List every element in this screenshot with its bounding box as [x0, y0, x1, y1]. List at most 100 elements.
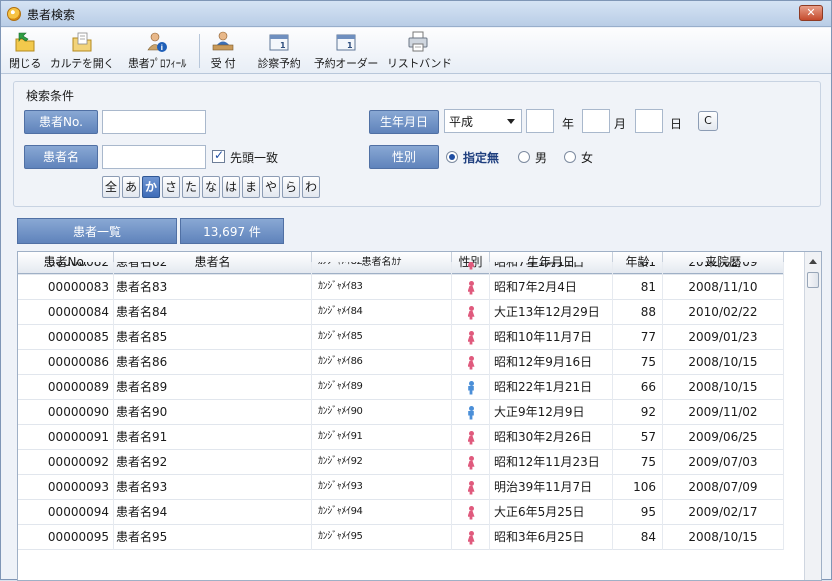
cell-kana: ｶﾝｼﾞｬﾒｲ89 [312, 375, 452, 400]
kana-button-a[interactable]: あ [122, 176, 140, 198]
year-input[interactable] [526, 109, 554, 133]
cell-birthdate: 昭和7年2月4日 [490, 275, 613, 300]
clear-birthdate-button[interactable]: C [698, 111, 718, 131]
sex-radio-female[interactable] [564, 151, 576, 163]
cell-no: 00000085 [18, 325, 114, 350]
cell-kana: ｶﾝｼﾞｬﾒｲ94 [312, 500, 452, 525]
female-icon [467, 430, 475, 445]
female-icon [467, 280, 475, 295]
cell-no: 00000089 [18, 375, 114, 400]
cell-sex [452, 375, 490, 400]
patient-name-label: 患者名 [24, 145, 98, 169]
patient-no-input[interactable] [102, 110, 206, 134]
cell-name: 患者名85 [114, 325, 312, 350]
cell-sex [452, 325, 490, 350]
prefix-match-checkbox[interactable] [212, 148, 225, 163]
kana-button-ka[interactable]: か [142, 176, 160, 198]
toolbar-label: カルテを開く [49, 57, 115, 70]
table-row[interactable]: 00000094 患者名94 ｶﾝｼﾞｬﾒｲ94 大正6年5月25日 95 2009/02… [18, 500, 784, 525]
female-icon [467, 305, 475, 320]
close-button[interactable]: ✕ [799, 5, 823, 21]
patient-list-header: 患者一覧 13,697 件 [17, 218, 284, 244]
svg-text:i: i [161, 44, 163, 52]
kana-button-wa[interactable]: わ [302, 176, 320, 198]
sex-option-female: 女 [581, 151, 594, 165]
kana-button-all[interactable]: 全 [102, 176, 120, 198]
cell-name: 患者名82 [114, 262, 312, 274]
kana-button-na[interactable]: な [202, 176, 220, 198]
table-row[interactable]: 00000084 患者名84 ｶﾝｼﾞｬﾒｲ84 大正13年12月29日 88 2010/… [18, 300, 784, 325]
table-row[interactable]: 00000089 患者名89 ｶﾝｼﾞｬﾒｲ89 昭和22年1月21日 66 2008/1… [18, 375, 784, 400]
cell-visit: 2008/07/09 [663, 475, 784, 500]
kana-button-ha[interactable]: は [222, 176, 240, 198]
kana-button-ya[interactable]: や [262, 176, 280, 198]
wristband-button[interactable]: リストバンド [387, 30, 452, 72]
cell-age: 81 [613, 262, 663, 274]
table-row[interactable]: 00000092 患者名92 ｶﾝｼﾞｬﾒｲ92 昭和12年11月23日 75 2009/… [18, 450, 784, 475]
appointment-order-button[interactable]: 1 予約オーダー [313, 30, 379, 72]
cell-age: 77 [613, 325, 663, 350]
cell-no: 00000093 [18, 475, 114, 500]
table-row[interactable]: 00000085 患者名85 ｶﾝｼﾞｬﾒｲ85 昭和10年11月7日 77 2009/0… [18, 325, 784, 350]
cell-birthdate: 昭和30年2月26日 [490, 425, 613, 450]
table-row[interactable]: 00000082 患者名82 ｶﾝｼﾞｬﾒｲ82 昭和7年1月11日 81 20… [18, 262, 784, 275]
cell-age: 66 [613, 375, 663, 400]
table-row[interactable]: 00000090 患者名90 ｶﾝｼﾞｬﾒｲ90 大正9年12月9日 92 2009/11… [18, 400, 784, 425]
table-row[interactable]: 00000086 患者名86 ｶﾝｼﾞｬﾒｲ86 昭和12年9月16日 75 2008/1… [18, 350, 784, 375]
cell-visit: 2009/01/23 [663, 325, 784, 350]
sex-label: 性別 [369, 145, 439, 169]
exam-appointment-button[interactable]: 1 診察予約 [251, 30, 307, 72]
table-row[interactable]: 00000083 患者名83 ｶﾝｼﾞｬﾒｲ83 昭和7年2月4日 81 2008/11/… [18, 275, 784, 300]
kana-button-ma[interactable]: ま [242, 176, 260, 198]
kana-button-ta[interactable]: た [182, 176, 200, 198]
cell-sex [452, 425, 490, 450]
cell-age: 75 [613, 350, 663, 375]
cell-age: 106 [613, 475, 663, 500]
sex-radio-male[interactable] [518, 151, 530, 163]
table-row[interactable]: 00000093 患者名93 ｶﾝｼﾞｬﾒｲ93 明治39年11月7日 106 2008/… [18, 475, 784, 500]
patient-info-icon: i [147, 32, 167, 52]
cell-name: 患者名91 [114, 425, 312, 450]
month-input[interactable] [582, 109, 610, 133]
cell-visit: 2008/10/15 [663, 350, 784, 375]
title-bar: 患者検索 ✕ [1, 1, 831, 27]
female-icon [467, 355, 475, 370]
scroll-thumb[interactable] [807, 272, 819, 288]
toolbar: 閉じる カルテを開く i 患者ﾌﾟﾛﾌｨｰﾙ 受 付 1 診察予約 1 予約オー… [1, 28, 831, 74]
patient-table: 患者No. 患者名 患者名ｶﾅ 性別 生年月日 年齢 来院歴 00000082 … [17, 251, 822, 581]
cell-visit: 2009/07/03 [663, 450, 784, 475]
open-chart-button[interactable]: カルテを開く [47, 30, 117, 72]
cell-birthdate: 昭和22年1月21日 [490, 375, 613, 400]
cell-name: 患者名92 [114, 450, 312, 475]
cell-kana: ｶﾝｼﾞｬﾒｲ95 [312, 525, 452, 550]
day-input[interactable] [635, 109, 663, 133]
cell-kana: ｶﾝｼﾞｬﾒｲ92 [312, 450, 452, 475]
year-unit: 年 [562, 117, 575, 131]
cell-name: 患者名89 [114, 375, 312, 400]
cell-name: 患者名84 [114, 300, 312, 325]
cell-birthdate: 昭和7年1月11日 [490, 262, 613, 274]
cell-birthdate: 大正6年5月25日 [490, 500, 613, 525]
sex-radio-unspecified[interactable] [446, 151, 458, 163]
close-window-button[interactable]: 閉じる [7, 30, 43, 72]
reception-button[interactable]: 受 付 [205, 30, 241, 72]
cell-birthdate: 明治39年11月7日 [490, 475, 613, 500]
vertical-scrollbar[interactable] [804, 252, 821, 580]
kana-button-sa[interactable]: さ [162, 176, 180, 198]
table-row[interactable]: 00000091 患者名91 ｶﾝｼﾞｬﾒｲ91 昭和30年2月26日 57 2009/0… [18, 425, 784, 450]
patient-profile-button[interactable]: i 患者ﾌﾟﾛﾌｨｰﾙ [121, 30, 193, 72]
cell-no: 00000083 [18, 275, 114, 300]
patient-name-input[interactable] [102, 145, 206, 169]
cell-kana: ｶﾝｼﾞｬﾒｲ91 [312, 425, 452, 450]
cell-visit: 2008/11/10 [663, 275, 784, 300]
cell-sex [452, 400, 490, 425]
era-select[interactable]: 平成 [444, 109, 522, 133]
kana-button-ra[interactable]: ら [282, 176, 300, 198]
cell-age: 95 [613, 500, 663, 525]
scroll-up-icon[interactable] [809, 259, 817, 264]
chart-folder-icon [72, 32, 92, 52]
female-icon [467, 480, 475, 495]
table-row[interactable]: 00000095 患者名95 ｶﾝｼﾞｬﾒｲ95 昭和3年6月25日 84 2008/10… [18, 525, 784, 550]
female-icon [467, 505, 475, 520]
cell-name: 患者名90 [114, 400, 312, 425]
